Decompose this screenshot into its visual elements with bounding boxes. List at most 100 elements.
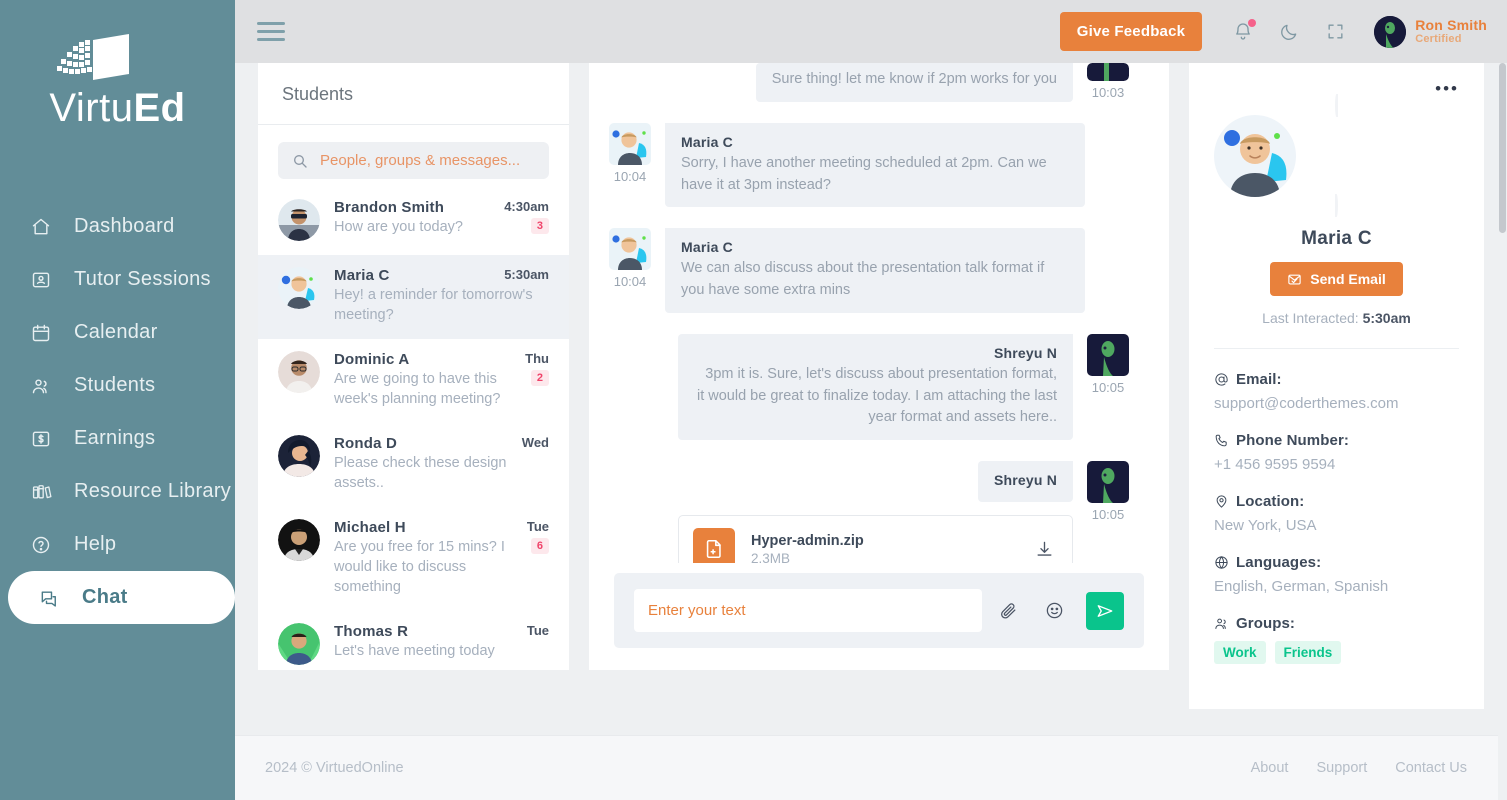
profile-field-label: Phone Number: [1236,432,1349,449]
sidebar-item-label: Resource Library [74,480,232,502]
sidebar-item-label: Dashboard [74,215,175,237]
list-item-content: Ronda D Wed Please check these design as… [334,435,549,493]
message-out: Sure thing! let me know if 2pm works for… [609,63,1129,102]
footer-link-about[interactable]: About [1251,760,1289,776]
file-meta: Hyper-admin.zip 2.3MB [751,533,1015,564]
list-item[interactable]: Dominic A Thu Are we going to have this … [258,339,569,423]
message-meta: 10:05 [1087,461,1129,522]
topbar-user-text: Ron Smith Certified [1415,17,1487,46]
sidebar-item-resource-library[interactable]: Resource Library [0,465,235,518]
profile-fields: Email: support@coderthemes.com Phone Num… [1214,349,1459,664]
footer-link-support[interactable]: Support [1316,760,1367,776]
contact-name: Ronda D [334,435,398,453]
sidebar-item-dashboard[interactable]: Dashboard [0,200,235,253]
search-input[interactable] [320,152,535,169]
contact-time: Tue [526,623,549,639]
send-button[interactable] [1086,591,1124,630]
sidebar-item-earnings[interactable]: Earnings [0,412,235,465]
contact-name: Maria C [334,267,390,284]
status-badge[interactable]: Work [1214,641,1266,664]
list-item[interactable]: Ronda D Wed Please check these design as… [258,423,569,507]
contact-time: Tue [526,519,549,535]
profile-field-label: Languages: [1236,554,1322,571]
search-box[interactable] [278,142,549,179]
message-meta: 10:03 [1087,63,1129,102]
sidebar-item-help[interactable]: Help [0,518,235,571]
sidebar-item-label: Earnings [74,427,156,449]
send-email-label: Send Email [1310,271,1386,287]
status-badge[interactable]: Friends [1274,641,1342,664]
list-item-top-row: Dominic A Thu [334,351,549,368]
avatar [278,267,320,309]
unread-badge: 6 [530,538,549,555]
brand-text: VirtuEd [49,88,185,128]
contact-time: 5:30am [504,267,549,282]
list-item-top-row: Maria C 5:30am [334,267,549,284]
message-meta: 10:04 [609,228,651,313]
list-item[interactable]: Brandon Smith 4:30am How are you today? … [258,187,569,255]
more-horizontal-icon[interactable]: ••• [1435,80,1459,97]
fullscreen-icon[interactable] [1324,20,1346,44]
avatar [278,435,320,478]
sidebar-item-label: Tutor Sessions [74,268,211,290]
message-time: 10:05 [1091,507,1125,522]
last-interacted-value: 5:30am [1362,310,1411,326]
give-feedback-button[interactable]: Give Feedback [1059,12,1203,51]
list-item-content: Thomas R Tue Let's have meeting today [334,623,549,662]
list-item-bottom-row: Let's have meeting today [334,642,549,662]
contact-name: Thomas R [334,623,409,641]
sidebar-item-students[interactable]: Students [0,359,235,412]
message-sender: Maria C [681,239,733,256]
sidebar-item-tutor-sessions[interactable]: Tutor Sessions [0,253,235,306]
avatar [1374,15,1407,48]
app-root: VirtuEd Dashboard Tutor Sessions Calenda… [0,0,1507,800]
message-input[interactable] [634,589,982,632]
sidebar-item-calendar[interactable]: Calendar [0,306,235,359]
sidebar-item-label: Calendar [74,321,158,343]
content-area: Give Feedback Ron Smith Certified Studen… [235,0,1507,800]
list-item[interactable]: Thomas R Tue Let's have meeting today [258,611,569,670]
chat-layout: Students People, groups & messages... Br… [235,63,1507,735]
topbar: Give Feedback Ron Smith Certified [235,0,1507,63]
send-email-button[interactable]: Send Email [1270,262,1403,296]
footer-links: About Support Contact Us [1251,760,1467,776]
at-icon [1214,372,1229,387]
message-meta: 10:04 [609,122,651,208]
file-attachment-card[interactable]: Hyper-admin.zip 2.3MB [678,515,1073,563]
footer-link-contact[interactable]: Contact Us [1395,760,1467,776]
contact-profile-panel: ••• Maria C Send Email Last Interacted: … [1189,63,1484,709]
hamburger-icon[interactable] [257,21,285,43]
chat-bubbles-icon [38,587,60,609]
page-scrollbar[interactable] [1498,63,1507,800]
brand-text-thin: Virtu [49,86,134,130]
file-zip-icon [693,528,735,563]
profile-field-label-row: Location: [1214,493,1459,510]
bell-icon[interactable] [1232,18,1257,44]
globe-icon [1214,555,1229,570]
topbar-user-menu[interactable]: Ron Smith Certified [1374,15,1487,48]
topbar-icons [1232,18,1346,44]
book-logo-icon [49,34,185,86]
message-time: 10:05 [1091,379,1125,395]
sidebar-item-chat[interactable]: Chat [8,571,235,624]
list-item-content: Brandon Smith 4:30am How are you today? … [334,199,549,238]
scrollbar-thumb[interactable] [1499,63,1506,233]
contact-preview: Are we going to have this week's plannin… [334,371,501,407]
list-item[interactable]: Michael H Tue Are you free for 15 mins? … [258,507,569,611]
message-time: 10:04 [613,274,647,290]
emoji-icon[interactable] [1034,601,1074,620]
download-icon[interactable] [1031,536,1058,563]
users-icon [1214,616,1229,631]
profile-field-phone: Phone Number: +1 456 9595 9594 [1214,432,1459,473]
moon-icon[interactable] [1278,20,1300,44]
envelope-check-icon [1287,272,1302,287]
brand[interactable]: VirtuEd [0,0,235,128]
send-icon [1096,602,1114,620]
message-composer [614,573,1144,648]
paperclip-icon[interactable] [988,601,1028,620]
list-item[interactable]: Maria C 5:30am Hey! a reminder for tomor… [258,255,569,340]
profile-field-label-row: Email: [1214,371,1459,388]
books-icon [30,481,52,503]
list-item-top-row: Thomas R Tue [334,623,549,640]
file-name: Hyper-admin.zip [751,532,864,549]
